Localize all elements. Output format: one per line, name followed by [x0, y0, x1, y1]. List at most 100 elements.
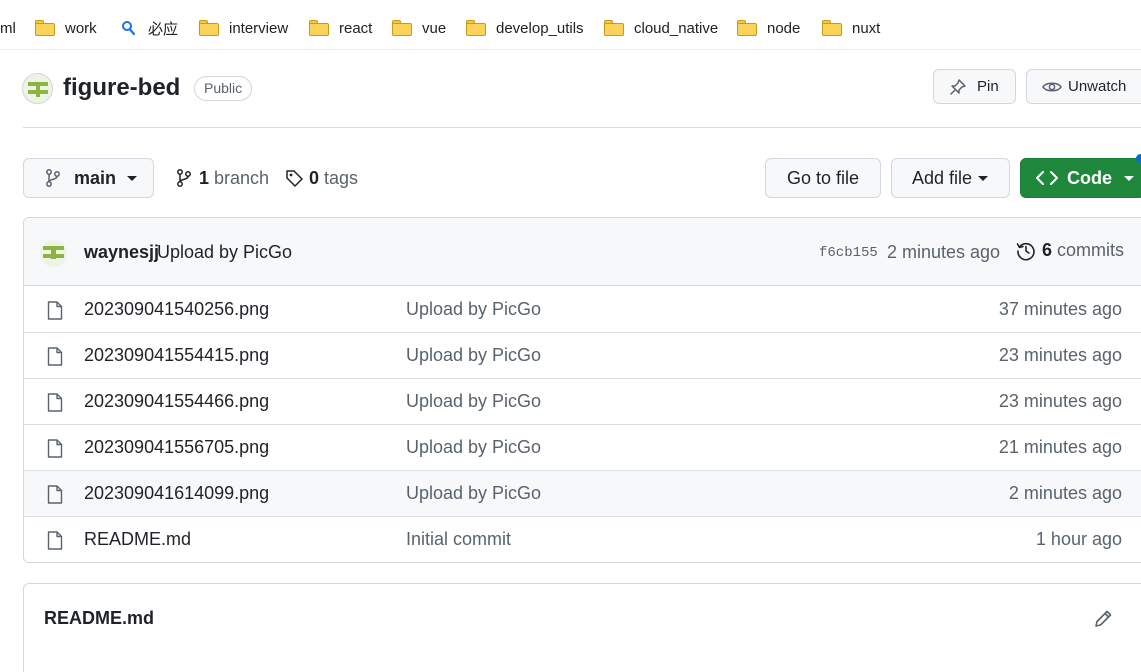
file-time: 1 hour ago [1035, 529, 1122, 549]
file-icon [47, 393, 63, 412]
bookmark-work[interactable]: work [35, 17, 97, 39]
notification-dot [1136, 154, 1141, 163]
code-icon [1036, 170, 1058, 186]
folder-icon [466, 20, 486, 36]
readme-panel: README.md [23, 583, 1141, 672]
code-button[interactable]: Code [1020, 158, 1141, 198]
bookmarks-bar: ml work 必应 interview react vue develop_u… [0, 0, 1141, 50]
file-row[interactable]: 202309041556705.png Upload by PicGo 21 m… [24, 425, 1141, 471]
folder-icon [392, 20, 412, 36]
file-row[interactable]: 202309041540256.png Upload by PicGo 37 m… [24, 287, 1141, 333]
file-row[interactable]: 202309041554415.png Upload by PicGo 23 m… [24, 333, 1141, 379]
git-branch-icon [44, 168, 62, 188]
commit-time: 2 minutes ago [887, 242, 1001, 262]
history-icon [1016, 241, 1036, 261]
file-row[interactable]: 202309041554466.png Upload by PicGo 23 m… [24, 379, 1141, 425]
folder-icon [199, 20, 219, 36]
header-divider [23, 127, 1141, 128]
file-name[interactable]: 202309041556705.png [84, 437, 269, 458]
file-time: 2 minutes ago [1008, 483, 1122, 503]
branch-name: main [74, 167, 117, 188]
bookmark-label: node [767, 19, 801, 37]
bookmark-ml[interactable]: ml [0, 17, 16, 39]
visibility-badge: Public [194, 76, 253, 101]
file-commit-message[interactable]: Upload by PicGo [406, 345, 541, 366]
pencil-icon[interactable] [1092, 608, 1114, 630]
bookmark-label: work [65, 19, 97, 37]
branch-select-button[interactable]: main [23, 158, 154, 198]
file-icon [47, 485, 63, 504]
pin-button[interactable]: Pin [933, 69, 1016, 104]
file-icon [47, 439, 63, 458]
file-row[interactable]: README.md Initial commit 1 hour ago [24, 517, 1141, 562]
file-icon [47, 347, 63, 366]
commit-message[interactable]: Upload by PicGo [157, 242, 292, 263]
go-to-file-button[interactable]: Go to file [765, 158, 881, 198]
bookmark-label: react [339, 19, 373, 37]
file-icon [47, 531, 63, 550]
add-file-label: Add file [912, 167, 973, 188]
add-file-button[interactable]: Add file [891, 158, 1010, 198]
search-icon [121, 20, 136, 36]
pin-icon [949, 78, 967, 96]
file-name[interactable]: 202309041554415.png [84, 345, 269, 366]
repo-name[interactable]: figure-bed [63, 74, 180, 102]
latest-commit-row: waynesjj Upload by PicGo f6cb155 2 minut… [24, 218, 1141, 286]
file-list: waynesjj Upload by PicGo f6cb155 2 minut… [23, 217, 1141, 563]
bookmark-interview[interactable]: interview [199, 17, 288, 39]
browser-top-edge [0, 0, 1141, 5]
bookmark-node[interactable]: node [737, 17, 800, 39]
commit-author[interactable]: waynesjj [84, 242, 159, 263]
file-name[interactable]: 202309041554466.png [84, 391, 269, 412]
file-commit-message[interactable]: Upload by PicGo [406, 437, 541, 458]
folder-icon [309, 20, 329, 36]
bookmark-label: interview [229, 19, 289, 37]
bookmark-develop-utils[interactable]: develop_utils [466, 17, 584, 39]
bookmark-bing[interactable]: 必应 [121, 17, 178, 39]
repo-owner-avatar[interactable] [22, 73, 53, 104]
bookmark-vue[interactable]: vue [392, 17, 446, 39]
file-commit-message[interactable]: Initial commit [406, 529, 511, 550]
chevron-down-icon [1124, 175, 1134, 181]
file-name[interactable]: 202309041540256.png [84, 299, 269, 320]
file-time: 23 minutes ago [998, 345, 1122, 365]
bookmark-nuxt[interactable]: nuxt [822, 17, 880, 39]
chevron-down-icon [127, 175, 138, 181]
file-row[interactable]: 202309041614099.png Upload by PicGo 2 mi… [24, 471, 1141, 517]
file-name[interactable]: 202309041614099.png [84, 483, 269, 504]
file-name[interactable]: README.md [84, 529, 191, 550]
bookmark-label: develop_utils [496, 19, 584, 37]
bookmark-label: 必应 [148, 20, 179, 38]
chevron-down-icon [978, 175, 989, 181]
file-time: 23 minutes ago [998, 391, 1122, 411]
git-branch-icon [175, 168, 193, 188]
commit-sha[interactable]: f6cb155 [819, 245, 878, 261]
bookmark-label: nuxt [852, 19, 881, 37]
file-commit-message[interactable]: Upload by PicGo [406, 299, 541, 320]
file-time: 37 minutes ago [998, 299, 1122, 319]
branches-link[interactable]: 1 branch [175, 166, 269, 190]
code-label: Code [1067, 167, 1112, 188]
bookmark-cloud-native[interactable]: cloud_native [604, 17, 718, 39]
branch-count: 1 [199, 167, 210, 188]
file-commit-message[interactable]: Upload by PicGo [406, 483, 541, 504]
tag-icon [285, 169, 304, 188]
branch-label: branch [214, 167, 270, 188]
folder-icon [35, 20, 55, 36]
bookmark-react[interactable]: react [309, 17, 372, 39]
folder-icon [822, 20, 842, 36]
commit-count: 6 [1042, 240, 1053, 260]
eye-icon [1042, 79, 1062, 95]
bookmark-label: ml [0, 19, 16, 37]
bookmark-label: vue [422, 19, 447, 37]
tags-link[interactable]: 0 tags [285, 166, 358, 190]
tag-count: 0 [309, 167, 320, 188]
readme-title[interactable]: README.md [44, 608, 154, 629]
pin-label: Pin [977, 78, 999, 95]
commits-link[interactable]: 6 commits [1016, 240, 1124, 261]
bookmark-label: cloud_native [634, 19, 719, 37]
commit-author-avatar[interactable] [40, 240, 67, 267]
file-commit-message[interactable]: Upload by PicGo [406, 391, 541, 412]
unwatch-button[interactable]: Unwatch [1026, 69, 1141, 104]
file-icon [47, 301, 63, 320]
